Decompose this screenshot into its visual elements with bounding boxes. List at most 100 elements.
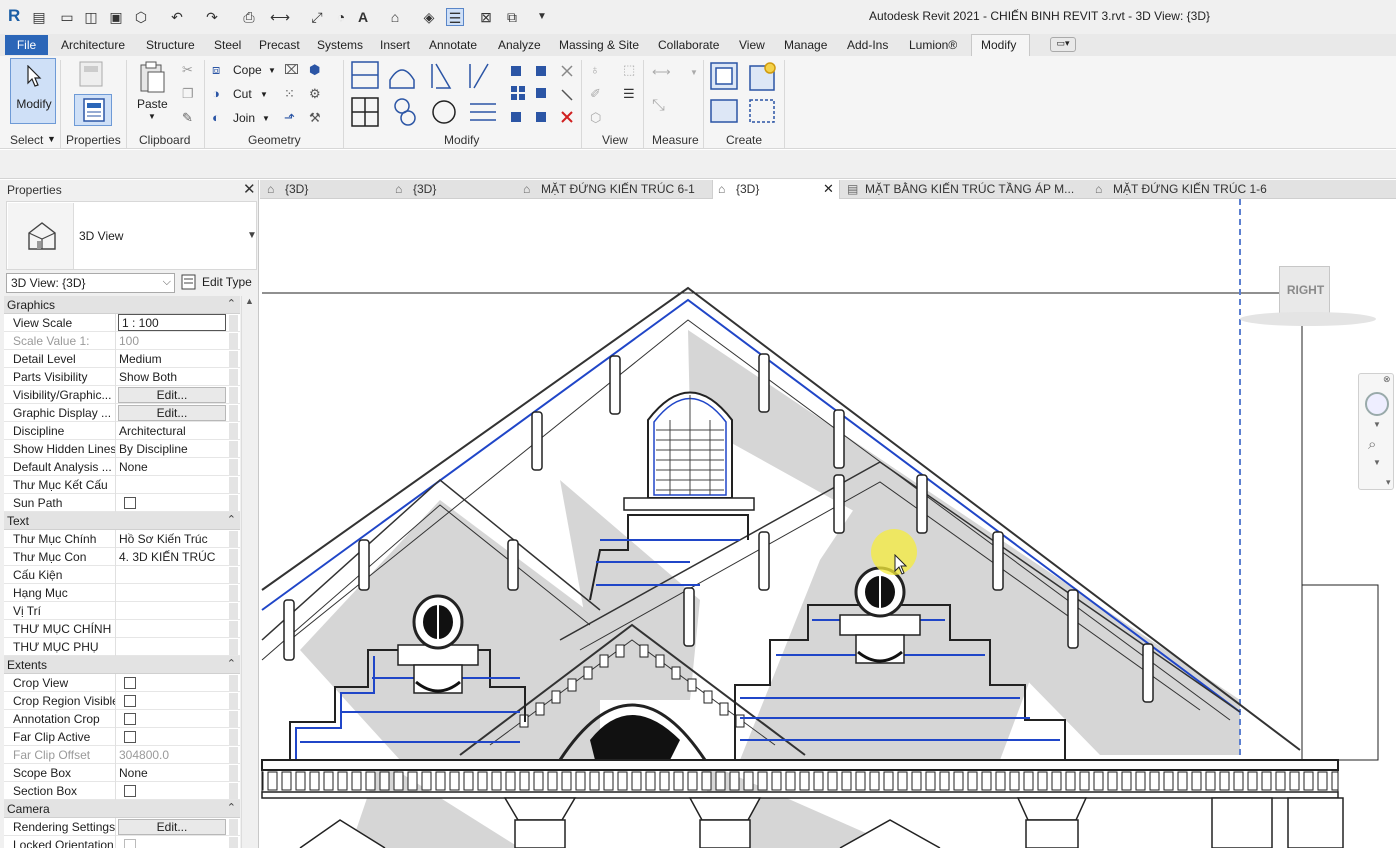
demolish-icon[interactable]: ⬏ — [284, 110, 295, 126]
text-icon[interactable]: A — [354, 8, 372, 26]
property-value[interactable]: Show Both — [118, 368, 228, 386]
measure-between-icon[interactable]: ⟷ — [652, 64, 671, 80]
lightbulb-icon[interactable]: ♁ — [590, 62, 600, 77]
tab-precast[interactable]: Precast — [259, 38, 300, 52]
view-tool-icon[interactable]: ⬡ — [590, 110, 601, 126]
property-value[interactable]: 4. 3D KIẾN TRÚC — [118, 548, 228, 566]
property-value[interactable] — [118, 638, 228, 656]
drawing-area[interactable] — [260, 199, 1396, 848]
tab-modify[interactable]: Modify — [981, 38, 1016, 52]
tab-collaborate[interactable]: Collaborate — [658, 38, 719, 52]
collapse-icon[interactable]: ⌃ — [227, 513, 236, 526]
tab-structure[interactable]: Structure — [146, 38, 195, 52]
view-tab-floor-plan[interactable]: ▤ MẶT BẰNG KIẾN TRÚC TẦNG ÁP M... — [847, 180, 1087, 199]
copy-icon[interactable]: ❐ — [182, 86, 194, 102]
section-icon[interactable]: ◈ — [420, 8, 438, 26]
tab-annotate[interactable]: Annotate — [429, 38, 477, 52]
dimension-icon[interactable]: ⤢ — [308, 8, 326, 26]
split-face-icon[interactable]: ⁙ — [284, 86, 295, 102]
property-value[interactable] — [118, 602, 228, 620]
modify-tools-icons[interactable] — [350, 60, 590, 130]
collapse-icon[interactable]: ⌃ — [227, 297, 236, 310]
override-icon[interactable]: ⬚ — [623, 62, 635, 78]
cope-button[interactable]: Cope — [233, 63, 262, 77]
properties-button[interactable] — [74, 94, 112, 126]
home-icon[interactable]: ▤ — [30, 8, 48, 26]
edit-type-button[interactable]: Edit Type — [178, 273, 258, 293]
measure-icon[interactable]: ⟷ — [270, 8, 290, 26]
cut-button[interactable]: Cut — [233, 87, 252, 101]
property-checkbox[interactable] — [124, 695, 136, 707]
view-tab-3d-1[interactable]: ⌂ {3D} — [267, 180, 387, 199]
hammer-icon[interactable]: ⚒ — [309, 110, 321, 126]
chevron-down-icon[interactable]: ▼ — [1373, 458, 1381, 467]
wall-joins-icon[interactable]: ⌧ — [284, 62, 299, 78]
type-properties-icon[interactable] — [76, 60, 110, 90]
tab-manage[interactable]: Manage — [784, 38, 827, 52]
cut-profile-icon[interactable]: ⬢ — [309, 62, 320, 78]
tab-architecture[interactable]: Architecture — [61, 38, 125, 52]
print-icon[interactable]: ⎙ — [240, 8, 258, 26]
modify-button[interactable]: Modify — [10, 58, 56, 124]
chevron-down-icon[interactable]: ▼ — [148, 112, 156, 121]
edit-button[interactable]: Edit... — [118, 819, 226, 835]
property-value[interactable] — [118, 584, 228, 602]
close-icon[interactable]: ✕ — [243, 180, 256, 198]
view-tab-elevation-1-6[interactable]: ⌂ MẶT ĐỨNG KIẾN TRÚC 1-6 — [1095, 180, 1295, 199]
edit-button[interactable]: Edit... — [118, 405, 226, 421]
undo-icon[interactable]: ↶ — [168, 8, 186, 26]
tab-systems[interactable]: Systems — [317, 38, 363, 52]
open-icon[interactable]: ◫ — [82, 8, 100, 26]
sync-icon[interactable]: ⬡ — [132, 8, 150, 26]
property-checkbox[interactable] — [124, 731, 136, 743]
hide-icon[interactable]: ☰ — [623, 86, 635, 102]
thin-lines-icon[interactable]: ☰ — [446, 8, 464, 26]
cut-icon[interactable]: ✂ — [182, 62, 193, 78]
navbar-options-icon[interactable]: ▾ — [1386, 477, 1391, 488]
close-icon[interactable]: ⊗ — [1383, 374, 1391, 385]
collapse-icon[interactable]: ⌃ — [227, 657, 236, 670]
close-hidden-icon[interactable]: ⊠ — [477, 8, 495, 26]
tab-lumion[interactable]: Lumion® — [909, 38, 957, 52]
close-tab-icon[interactable]: ✕ — [823, 181, 834, 197]
chevron-down-icon[interactable]: ▼ — [260, 90, 268, 99]
tab-analyze[interactable]: Analyze — [498, 38, 541, 52]
join-button[interactable]: Join — [233, 111, 255, 125]
tab-add-ins[interactable]: Add-Ins — [847, 38, 888, 52]
property-value[interactable]: None — [118, 458, 228, 476]
select-panel-label[interactable]: Select — [10, 133, 43, 147]
type-selector[interactable]: 3D View ▼ — [6, 201, 257, 270]
category-camera[interactable]: Camera ⌃ — [4, 800, 240, 818]
property-value[interactable] — [118, 476, 228, 494]
category-text[interactable]: Text ⌃ — [4, 512, 240, 530]
3d-icon[interactable]: ⌂ — [386, 8, 404, 26]
property-value[interactable]: By Discipline — [118, 440, 228, 458]
edit-button[interactable]: Edit... — [118, 387, 226, 403]
view-tab-3d-2[interactable]: ⌂ {3D} — [395, 180, 515, 199]
new-icon[interactable]: ▭ — [58, 8, 76, 26]
dimension-tool-icon[interactable]: ⤡ — [652, 97, 665, 115]
revit-logo[interactable]: R — [8, 6, 24, 26]
category-graphics[interactable]: Graphics ⌃ — [4, 296, 240, 314]
ribbon-toggle-icon[interactable]: ▭▾ — [1050, 37, 1076, 52]
chevron-down-icon[interactable]: ▼ — [247, 230, 257, 241]
chevron-down-icon[interactable]: ▼ — [1373, 420, 1381, 429]
create-tools-icons[interactable] — [708, 60, 782, 126]
property-checkbox[interactable] — [124, 497, 136, 509]
view-tab-3d-active[interactable]: ⌂ {3D} ✕ — [712, 180, 840, 199]
viewcube-compass[interactable] — [1240, 312, 1376, 326]
linework-icon[interactable]: ✐ — [590, 86, 601, 102]
steering-wheel-icon[interactable] — [1365, 392, 1389, 416]
category-extents[interactable]: Extents ⌃ — [4, 656, 240, 674]
customize-icon[interactable]: ▼ — [533, 8, 551, 26]
zoom-icon[interactable]: ⌕ — [1368, 436, 1376, 453]
property-value[interactable]: None — [118, 764, 228, 782]
property-checkbox[interactable] — [124, 677, 136, 689]
property-checkbox[interactable] — [124, 785, 136, 797]
tab-steel[interactable]: Steel — [214, 38, 241, 52]
file-tab[interactable]: File — [5, 35, 48, 55]
paste-icon[interactable] — [138, 60, 166, 94]
tag-icon[interactable]: ◔ — [332, 8, 350, 26]
view-tab-elevation-6-1[interactable]: ⌂ MẶT ĐỨNG KIẾN TRÚC 6-1 — [523, 180, 708, 199]
switch-windows-icon[interactable]: ⧉ — [503, 8, 521, 26]
